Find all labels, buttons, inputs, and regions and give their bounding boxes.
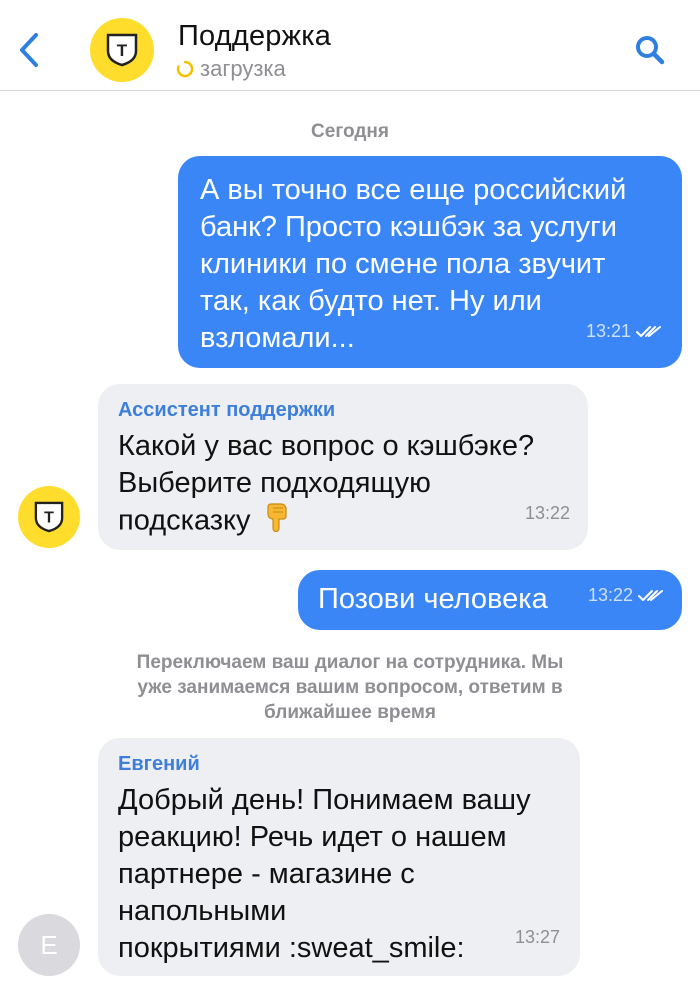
message-line: Какой у вас вопрос о кэшбэке? — [118, 430, 535, 462]
message-line: Добрый день! Понимаем вашу — [118, 784, 531, 816]
date-separator: Сегодня — [311, 121, 389, 142]
message-line-with-emoji: подсказку — [118, 502, 568, 542]
bank-shield-logo-icon: Т — [34, 501, 64, 533]
status-text: загрузка — [200, 56, 286, 81]
message-time: 13:27 — [514, 927, 560, 947]
chat-header: Т Поддержка загрузка — [0, 0, 700, 91]
double-check-icon — [638, 589, 663, 601]
message-time: 13:22 — [587, 585, 633, 605]
message-line: партнере - магазине с — [118, 858, 415, 890]
incoming-message[interactable]: Ассистент поддержки Какой у вас вопрос о… — [98, 384, 588, 550]
bank-logo-avatar[interactable]: Т — [90, 18, 154, 82]
sender-name: Ассистент поддержки — [118, 399, 336, 421]
chat-title: Поддержка — [178, 20, 332, 52]
outgoing-message[interactable]: Позови человека 13:22 — [298, 570, 682, 630]
system-message-line: ближайшее время — [264, 702, 436, 723]
operator-avatar[interactable]: E — [18, 914, 80, 976]
message-line: подсказку — [118, 504, 251, 537]
message-line: А вы точно все еще российский — [200, 174, 627, 206]
incoming-message[interactable]: Евгений Добрый день! Понимаем вашу реакц… — [98, 738, 580, 976]
system-message-line: уже занимаемся вашим вопросом, ответим в — [137, 677, 563, 698]
message-time: 13:22 — [524, 503, 570, 523]
outgoing-message[interactable]: А вы точно все еще российский банк? Прос… — [178, 156, 682, 368]
message-line: реакцию! Речь идет о нашем — [118, 821, 507, 853]
avatar-letter: Т — [44, 510, 54, 527]
system-message-line: Переключаем ваш диалог на сотрудника. Мы — [136, 652, 564, 673]
bank-logo-letter: Т — [117, 41, 128, 60]
spinner-icon — [176, 60, 194, 78]
search-button[interactable] — [632, 32, 668, 68]
message-meta: 13:21 — [586, 313, 662, 350]
message-line: напольными — [118, 895, 287, 927]
message-meta: 13:22 — [525, 495, 570, 532]
message-line: Выберите подходящую — [118, 467, 431, 499]
double-check-icon — [636, 325, 661, 337]
sender-name: Евгений — [118, 753, 200, 775]
message-line: банк? Просто кэшбэк за услуги — [200, 211, 617, 243]
avatar-letter: E — [40, 929, 58, 960]
assistant-avatar[interactable]: Т — [18, 486, 80, 548]
message-time: 13:21 — [585, 321, 631, 341]
bank-shield-logo-icon: Т — [106, 33, 138, 67]
back-button[interactable] — [12, 28, 46, 72]
message-meta: 13:27 — [515, 919, 560, 956]
message-text: Позови человека — [318, 583, 548, 615]
connection-status: загрузка — [176, 56, 286, 82]
message-line: покрытиями :sweat_smile: — [118, 932, 465, 964]
message-meta: 13:22 — [588, 577, 664, 614]
search-icon — [636, 36, 665, 65]
message-line: клиники по смене пола звучит — [200, 248, 606, 280]
pointing-down-hand-icon — [265, 502, 291, 542]
chevron-left-icon — [20, 33, 38, 67]
system-message: Переключаем ваш диалог на сотрудника. Мы… — [80, 650, 620, 725]
